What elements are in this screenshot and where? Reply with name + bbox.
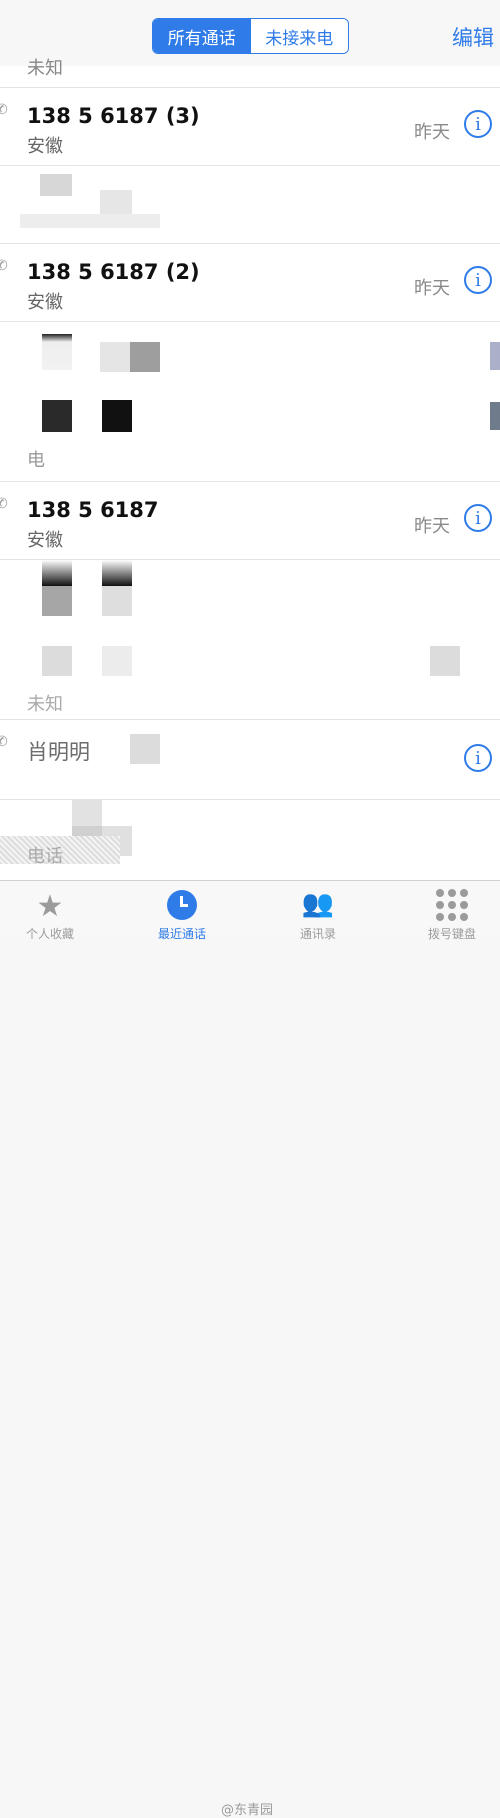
call-row[interactable]: ✆ 138 5 6187 (2) 安徽 昨天 i: [0, 244, 500, 322]
redaction-block: [42, 400, 72, 432]
outgoing-call-icon: ✆: [0, 258, 8, 274]
watermark-text: @东青园: [221, 1803, 274, 1818]
redaction-block: [102, 560, 132, 586]
call-location: 电: [27, 450, 45, 471]
list-item[interactable]: 未知: [0, 10, 500, 88]
redaction-block: [40, 174, 72, 196]
call-location: 安徽: [27, 292, 63, 313]
call-location: 未知: [27, 58, 63, 79]
clock-icon: [167, 890, 197, 920]
redaction-block: [72, 800, 102, 826]
contacts-icon: 👥: [301, 889, 335, 919]
call-row[interactable]: 未知: [0, 560, 500, 720]
call-date: 昨天: [414, 278, 450, 299]
call-location: 安徽: [27, 530, 63, 551]
call-row[interactable]: ✆ 肖明明 i: [0, 720, 500, 800]
recent-calls-list: 未知 ✆ 138 5 6187 (3) 安徽 昨天 i ✆ 138 5 6187…: [0, 58, 500, 880]
redaction-block: [490, 402, 500, 430]
star-icon: ★: [36, 889, 64, 924]
redaction-block: [100, 342, 130, 372]
call-date: 昨天: [414, 122, 450, 143]
redaction-block: [430, 646, 460, 676]
caller-number: 138 5 6187 (2): [27, 260, 200, 284]
call-row[interactable]: 电: [0, 322, 500, 482]
redaction-block: [102, 586, 132, 616]
call-row[interactable]: [0, 166, 500, 244]
call-location: 未知: [27, 694, 63, 715]
call-date: 昨天: [414, 516, 450, 537]
keypad-icon: [436, 889, 468, 921]
redaction-block: [42, 560, 72, 586]
redaction-block: [130, 342, 160, 372]
tab-contacts[interactable]: 👥 通讯录: [268, 881, 368, 941]
info-icon[interactable]: i: [464, 504, 492, 532]
redaction-block: [102, 400, 132, 432]
redaction-block: [130, 734, 160, 764]
outgoing-call-icon: ✆: [0, 496, 8, 512]
redaction-block: [20, 214, 160, 228]
tab-keypad[interactable]: 拨号键盘: [402, 881, 500, 941]
redaction-block: [42, 334, 72, 370]
caller-name: 肖明明: [27, 740, 90, 764]
redaction-block: [102, 646, 132, 676]
tab-recents[interactable]: 最近通话: [132, 881, 232, 941]
call-location: 电话: [27, 846, 63, 867]
info-icon[interactable]: i: [464, 110, 492, 138]
tab-favorites[interactable]: ★ 个人收藏: [0, 881, 100, 941]
caller-number: 138 5 6187 (3): [27, 104, 200, 128]
call-row[interactable]: ✆ 138 5 6187 安徽 昨天 i: [0, 482, 500, 560]
call-row[interactable]: ✆ 138 5 6187 (3) 安徽 昨天 i: [0, 88, 500, 166]
info-icon[interactable]: i: [464, 266, 492, 294]
outgoing-call-icon: ✆: [0, 734, 8, 750]
info-icon[interactable]: i: [464, 744, 492, 772]
call-row[interactable]: 电话: [0, 800, 500, 880]
outgoing-call-icon: ✆: [0, 102, 8, 118]
tab-bar: ★ 个人收藏 最近通话 👥 通讯录 拨号键盘 @东青园: [0, 880, 500, 1818]
redaction-block: [490, 342, 500, 370]
redaction-block: [42, 646, 72, 676]
call-location: 安徽: [27, 136, 63, 157]
redaction-block: [42, 586, 72, 616]
caller-number: 138 5 6187: [27, 498, 159, 522]
